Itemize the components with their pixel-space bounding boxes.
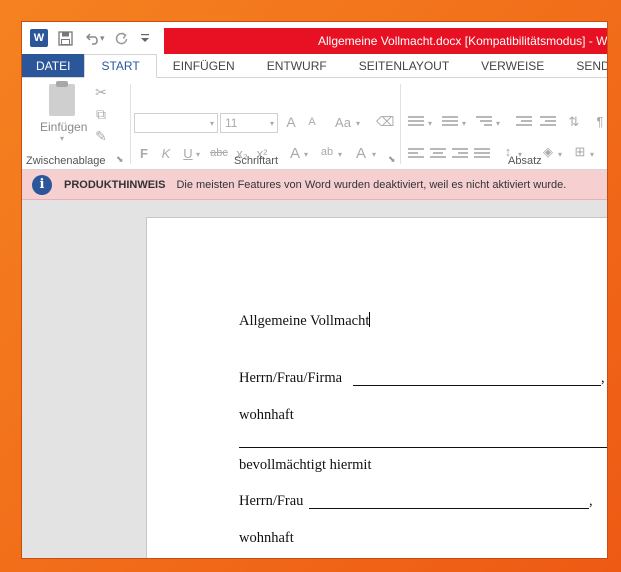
borders-dropdown-icon[interactable]: ▾ bbox=[590, 150, 594, 159]
underline-dropdown-icon[interactable]: ▾ bbox=[196, 150, 200, 159]
multilevel-dropdown-icon[interactable]: ▾ bbox=[496, 119, 500, 128]
principal-line-end: , bbox=[601, 370, 605, 386]
tab-datei[interactable]: DATEI bbox=[22, 54, 85, 77]
multilevel-list-icon[interactable] bbox=[476, 116, 492, 128]
principal-name-line[interactable] bbox=[353, 385, 601, 386]
agent-label[interactable]: Herrn/Frau bbox=[239, 493, 303, 510]
change-case-icon[interactable]: Aa bbox=[332, 115, 354, 130]
highlight-icon[interactable]: ab bbox=[318, 146, 336, 158]
principal-label[interactable]: Herrn/Frau/Firma bbox=[239, 370, 342, 387]
tab-verweise[interactable]: VERWEISE bbox=[465, 54, 560, 77]
clipboard-group-label: Zwischenablage bbox=[26, 155, 106, 167]
align-right-icon[interactable] bbox=[452, 148, 468, 160]
tab-sendungen[interactable]: SENDUNGEN bbox=[560, 54, 607, 77]
tab-entwurf[interactable]: ENTWURF bbox=[251, 54, 343, 77]
undo-dropdown-icon[interactable]: ▾ bbox=[100, 33, 105, 44]
customize-qat-icon[interactable] bbox=[139, 27, 151, 49]
clipboard-launcher-icon[interactable]: ⬊ bbox=[116, 154, 124, 165]
italic-button[interactable]: K bbox=[160, 146, 172, 161]
window-title: Allgemeine Vollmacht.docx [Kompatibilitä… bbox=[164, 28, 607, 54]
strikethrough-button[interactable]: abc bbox=[208, 147, 230, 159]
font-group: ▾ 11 ▾ A A Aa ▾ ⌫ F K U ▾ abc x₂ x² A ▾ a… bbox=[130, 78, 400, 170]
word-window: W ▾ Allgemeine Vollmacht.docx [Kompatibi… bbox=[22, 22, 607, 558]
paste-label: Einfügen bbox=[40, 120, 88, 134]
clipboard-icon bbox=[49, 81, 75, 116]
bullets-dropdown-icon[interactable]: ▾ bbox=[428, 119, 432, 128]
shading-icon[interactable]: ◈ bbox=[540, 144, 556, 160]
document-area[interactable]: Allgemeine Vollmacht Herrn/Frau/Firma , … bbox=[22, 200, 607, 558]
font-size-select[interactable]: 11 ▾ bbox=[220, 113, 278, 133]
format-painter-icon[interactable]: ✎ bbox=[92, 128, 110, 145]
title-bar: W ▾ Allgemeine Vollmacht.docx [Kompatibi… bbox=[22, 22, 607, 54]
tab-seitenlayout[interactable]: SEITENLAYOUT bbox=[343, 54, 465, 77]
show-marks-icon[interactable]: ¶ bbox=[594, 114, 606, 129]
font-color-icon[interactable]: A bbox=[354, 145, 368, 162]
numbering-dropdown-icon[interactable]: ▾ bbox=[462, 119, 466, 128]
product-notice-bar: i PRODUKTHINWEIS Die meisten Features vo… bbox=[22, 170, 607, 200]
paragraph-group-label: Absatz bbox=[508, 155, 542, 167]
font-name-select[interactable]: ▾ bbox=[134, 113, 218, 133]
paragraph-group: ▾ ▾ ▾ ⇅ ¶ ↕ ▾ ◈ ▾ ⊞ ▾ Absatz bbox=[400, 78, 607, 170]
clear-formatting-icon[interactable]: ⌫ bbox=[376, 114, 394, 130]
text-effects-icon[interactable]: A bbox=[288, 145, 302, 162]
agent-line-end: , bbox=[589, 493, 593, 509]
case-dropdown-icon[interactable]: ▾ bbox=[356, 119, 360, 128]
paste-dropdown-icon: ▾ bbox=[59, 134, 64, 143]
notice-title: PRODUKTHINWEIS bbox=[64, 178, 166, 191]
tab-einfuegen[interactable]: EINFÜGEN bbox=[157, 54, 251, 77]
authorizes-label[interactable]: bevollmächtigt hiermit bbox=[239, 457, 371, 474]
underline-button[interactable]: U bbox=[182, 146, 194, 161]
sort-icon[interactable]: ⇅ bbox=[566, 114, 582, 130]
highlight-dropdown-icon[interactable]: ▾ bbox=[338, 150, 342, 159]
word-icon[interactable]: W bbox=[30, 29, 48, 47]
copy-icon[interactable]: ⧉ bbox=[92, 106, 110, 123]
justify-icon[interactable] bbox=[474, 148, 490, 160]
numbering-icon[interactable] bbox=[442, 116, 458, 128]
font-launcher-icon[interactable]: ⬊ bbox=[388, 154, 396, 165]
font-color-dropdown-icon[interactable]: ▾ bbox=[372, 150, 376, 159]
quick-access-toolbar: W ▾ bbox=[22, 22, 151, 54]
info-icon: i bbox=[32, 174, 52, 195]
shading-dropdown-icon[interactable]: ▾ bbox=[558, 150, 562, 159]
borders-icon[interactable]: ⊞ bbox=[572, 144, 588, 160]
ribbon-tabs: DATEI START EINFÜGEN ENTWURF SEITENLAYOU… bbox=[22, 54, 607, 78]
document-page[interactable]: Allgemeine Vollmacht Herrn/Frau/Firma , … bbox=[146, 217, 607, 558]
save-icon[interactable] bbox=[54, 27, 76, 49]
grow-font-icon[interactable]: A bbox=[284, 114, 298, 130]
clipboard-group: Einfügen ▾ ✂ ⧉ ✎ Zwischenablage ⬊ bbox=[22, 78, 130, 170]
font-group-label: Schriftart bbox=[234, 155, 279, 167]
text-effects-dropdown-icon[interactable]: ▾ bbox=[304, 150, 308, 159]
principal-address-line[interactable] bbox=[239, 447, 607, 448]
bullets-icon[interactable] bbox=[408, 116, 424, 128]
redo-icon[interactable] bbox=[111, 27, 133, 49]
increase-indent-icon[interactable] bbox=[540, 116, 556, 128]
agent-residence-label[interactable]: wohnhaft bbox=[239, 530, 294, 547]
tab-start[interactable]: START bbox=[84, 54, 157, 78]
document-heading[interactable]: Allgemeine Vollmacht bbox=[239, 312, 371, 330]
paste-button[interactable]: Einfügen ▾ bbox=[40, 81, 88, 146]
ribbon: Einfügen ▾ ✂ ⧉ ✎ Zwischenablage ⬊ ▾ 11 ▾ … bbox=[22, 78, 607, 170]
principal-residence-label[interactable]: wohnhaft bbox=[239, 407, 294, 424]
shrink-font-icon[interactable]: A bbox=[306, 116, 318, 128]
decrease-indent-icon[interactable] bbox=[516, 116, 532, 128]
notice-message: Die meisten Features von Word wurden dea… bbox=[176, 178, 567, 191]
align-center-icon[interactable] bbox=[430, 148, 446, 160]
align-left-icon[interactable] bbox=[408, 148, 424, 160]
bold-button[interactable]: F bbox=[138, 146, 150, 161]
text-cursor bbox=[369, 312, 371, 327]
agent-name-line[interactable] bbox=[309, 508, 589, 509]
cut-icon[interactable]: ✂ bbox=[92, 84, 110, 101]
